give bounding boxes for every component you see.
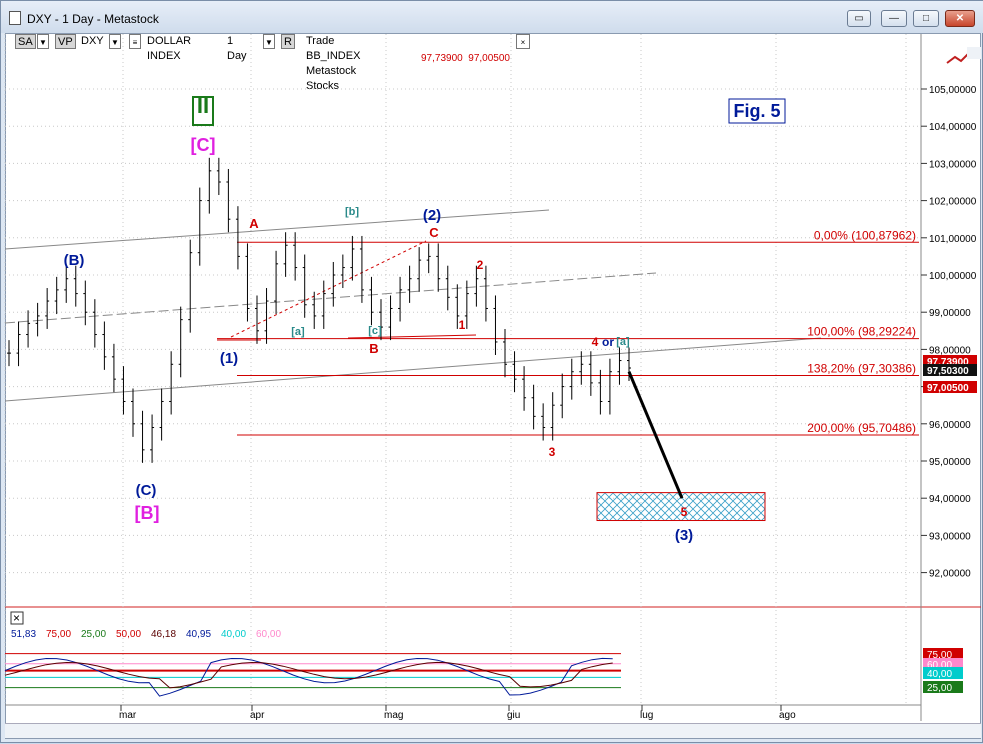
wave-label: 3 (549, 445, 556, 459)
wave-labels: II[C](B)(C)[B](1)(2)(3)ABC[a][b][c] 1234 o… (64, 93, 694, 544)
wave-label: 2 (477, 258, 484, 272)
y-tick-label: 102,00000 (929, 197, 977, 208)
fib-label: 200,00% (95,70486) (807, 421, 916, 435)
indicator-value: 75,00 (46, 629, 71, 640)
chart-grid (4, 34, 921, 705)
x-tick-label: ago (779, 710, 796, 721)
wave-label: A (249, 216, 259, 231)
wave-label: (3) (675, 527, 693, 544)
app-window: DXY - 1 Day - Metastock ▭ — □ ✕ SA ▼ VP … (0, 0, 983, 743)
price-tag-label: 97,00500 (927, 383, 969, 394)
y-tick-label: 101,00000 (929, 234, 977, 245)
wave-label: [a] (291, 326, 305, 338)
fib-label: 138,20% (97,30386) (807, 361, 916, 375)
y-tick-label: 95,00000 (929, 457, 971, 468)
wave-label: (2) (423, 207, 441, 224)
chart-tool-icon (946, 52, 970, 64)
indicator-value: 60,00 (256, 629, 281, 640)
wave-label: [b] (345, 206, 359, 218)
indicator-value: 40,95 (186, 629, 211, 640)
wave-label: C (429, 225, 439, 240)
y-tick-label: 96,00000 (929, 420, 971, 431)
time-axis: mar apr mag giu lug ago (119, 705, 796, 721)
wave-label: (C) (136, 482, 157, 499)
y-tick-label: 92,00000 (929, 569, 971, 580)
wave-label: 5 (681, 505, 688, 519)
indicator-value: 40,00 (221, 629, 246, 640)
x-tick-label: lug (640, 710, 653, 721)
indicator-tag-label: 25,00 (927, 683, 952, 694)
y-tick-label: 100,00000 (929, 271, 977, 282)
figure-label-text: Fig. 5 (733, 101, 780, 121)
figure-label: Fig. 5 (728, 98, 786, 124)
wave-b-c-line (230, 240, 427, 338)
price-bars (7, 157, 631, 463)
price-axis: 105,00000 104,00000 103,00000 102,00000 101,… (921, 85, 977, 580)
indicator-tag-label: 40,00 (927, 669, 952, 680)
price-tags: 97,7390097,5030097,00500 (923, 355, 977, 394)
fib-label: 0,00% (100,87962) (814, 228, 916, 242)
wave-label: (B) (64, 252, 85, 269)
horizontal-scrollbar[interactable] (5, 723, 981, 738)
upper-channel-line (4, 209, 550, 250)
price-chart[interactable]: 0,00% (100,87962) 100,00% (98,29224) 138,2… (1, 1, 983, 744)
oscillator-signal-line (4, 661, 613, 689)
wave-label: B (369, 341, 378, 356)
wave-b-marker (347, 334, 477, 339)
wave-label: [a] (616, 336, 630, 348)
trendlines (4, 209, 822, 402)
fib-label: 100,00% (98,29224) (807, 325, 916, 339)
y-tick-label: 99,00000 (929, 308, 971, 319)
x-tick-label: apr (250, 710, 265, 721)
indicator-close-glyph: × (13, 611, 20, 625)
y-tick-label: 98,00000 (929, 345, 971, 356)
y-tick-label: 94,00000 (929, 494, 971, 505)
price-tag-label: 97,50300 (927, 366, 969, 377)
wave-label: (1) (220, 350, 238, 367)
wave-label: 4 (592, 335, 599, 349)
x-tick-label: giu (507, 710, 520, 721)
wave-label: [C] (191, 135, 216, 155)
wave-label: 1 (459, 318, 466, 332)
mid-channel-line (4, 272, 657, 324)
y-tick-label: 104,00000 (929, 122, 977, 133)
y-tick-label: 105,00000 (929, 85, 977, 96)
x-tick-label: mar (119, 710, 137, 721)
x-tick-label: mag (384, 710, 403, 721)
y-tick-label: 103,00000 (929, 159, 977, 170)
lower-channel-line (4, 337, 822, 402)
wave-label: [c] (368, 325, 382, 337)
wave-label: [B] (135, 503, 160, 523)
indicator-value: 51,83 (11, 629, 36, 640)
fib-levels: 0,00% (100,87962) 100,00% (98,29224) 138,2… (217, 228, 919, 436)
indicator-value: 46,18 (151, 629, 176, 640)
indicator-pane: × 51,83 75,00 25,00 50,00 46,18 40,95 40,00 60,0… (4, 611, 963, 697)
y-tick-label: 93,00000 (929, 531, 971, 542)
wave-label: or (602, 335, 614, 349)
chart-tool-icon (946, 52, 970, 64)
indicator-value: 25,00 (81, 629, 106, 640)
indicator-value: 50,00 (116, 629, 141, 640)
